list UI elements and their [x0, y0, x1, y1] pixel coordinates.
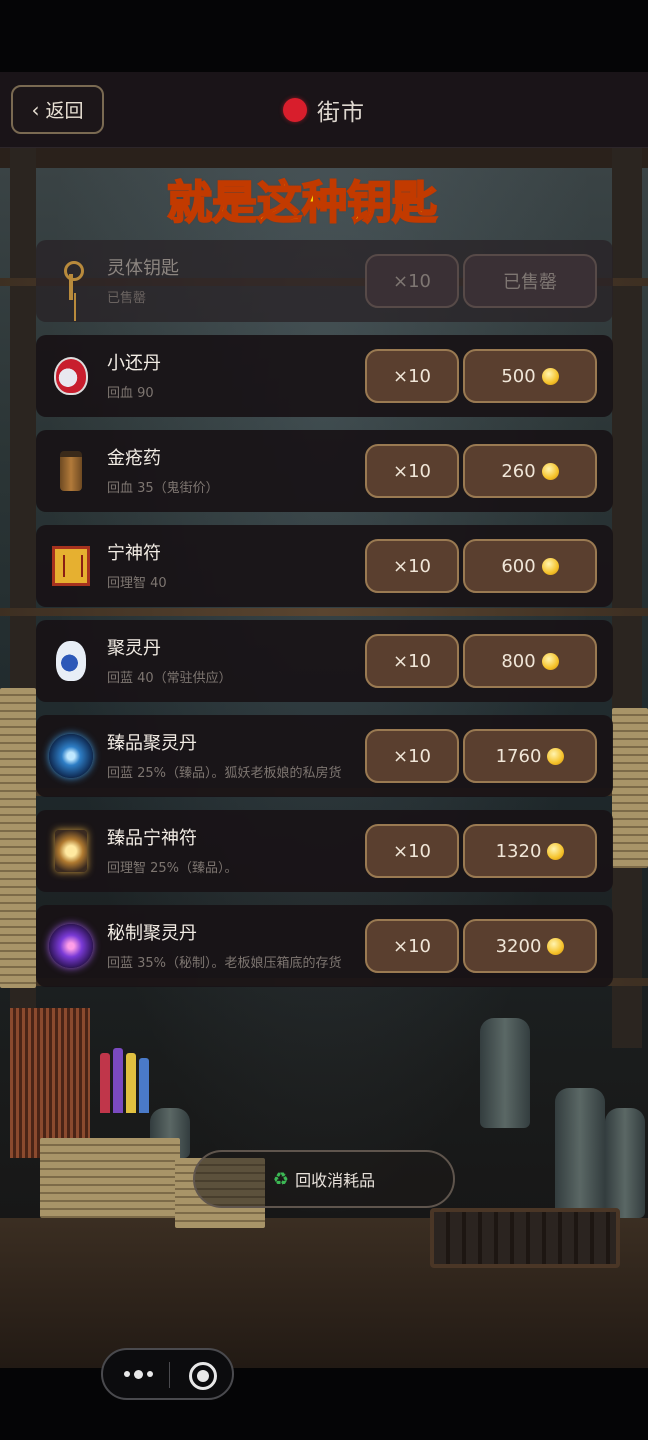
quantity-x10-button[interactable]: ×10: [365, 919, 459, 973]
coin-icon: [547, 747, 565, 765]
porcelain-vase-icon: [44, 634, 98, 688]
key-icon: [44, 254, 98, 308]
miniprogram-capsule: [101, 1348, 234, 1400]
price-value: 1320: [495, 840, 542, 862]
spirit-orb-icon: [44, 729, 98, 783]
price-value: 600: [501, 555, 536, 577]
talisman-icon: [44, 539, 98, 593]
item-name: 金疮药: [107, 448, 161, 469]
buy-price-button[interactable]: 260: [463, 444, 597, 498]
quantity-x10-button[interactable]: ×10: [365, 539, 459, 593]
quantity-x10-button[interactable]: ×10: [365, 824, 459, 878]
shop-item-row: 宁神符 回理智 40 ×10 600: [36, 525, 613, 607]
page-title-group: 街市: [0, 72, 648, 148]
coin-icon: [541, 557, 559, 575]
item-name: 聚灵丹: [107, 638, 161, 659]
quantity-x10-button[interactable]: ×10: [365, 634, 459, 688]
item-description: 回蓝 25%（臻品）。狐妖老板娘的私房货: [107, 766, 342, 781]
sold-out-label: 已售罄: [503, 272, 557, 293]
buy-price-button[interactable]: 500: [463, 349, 597, 403]
caption-overlay: 就是这种钥匙: [166, 175, 438, 230]
more-options-icon[interactable]: [121, 1363, 155, 1385]
item-name: 小还丹: [107, 353, 161, 374]
buy-price-button[interactable]: 800: [463, 634, 597, 688]
recycle-icon: ♻: [272, 1168, 290, 1190]
bottom-system-area: [0, 1368, 648, 1440]
item-name: 秘制聚灵丹: [107, 923, 197, 944]
shop-item-row: 金疮药 回血 35（鬼街价） ×10 260: [36, 430, 613, 512]
item-description: 回理智 25%（臻品）。: [107, 861, 238, 876]
top-nav-bar: ‹ 返回 街市: [0, 72, 648, 148]
glowing-talisman-icon: [44, 824, 98, 878]
buy-price-button[interactable]: 600: [463, 539, 597, 593]
galaxy-orb-icon: [44, 919, 98, 973]
item-description: 回血 90: [107, 386, 154, 401]
item-description: 已售罄: [107, 291, 147, 306]
quantity-x10-button[interactable]: ×10: [365, 729, 459, 783]
price-value: 1760: [495, 745, 542, 767]
item-description: 回血 35（鬼街价）: [107, 481, 219, 496]
medicine-jar-icon: [44, 444, 98, 498]
shop-item-row: 灵体钥匙 已售罄 ×10 已售罄: [36, 240, 613, 322]
item-name: 臻品宁神符: [107, 828, 197, 849]
app-root: ‹ 返回 街市 就是这种钥匙 灵体钥匙 已售罄 ×10 已售罄 小还丹 回血 9…: [0, 0, 648, 1440]
coin-icon: [547, 842, 565, 860]
item-description: 回理智 40: [107, 576, 167, 591]
shop-item-row: 臻品聚灵丹 回蓝 25%（臻品）。狐妖老板娘的私房货 ×10 1760: [36, 715, 613, 797]
coin-icon: [541, 462, 559, 480]
price-value: 260: [501, 460, 536, 482]
item-name: 臻品聚灵丹: [107, 733, 197, 754]
red-dot-icon: [283, 98, 307, 122]
coin-icon: [541, 652, 559, 670]
page-title: 街市: [317, 100, 365, 126]
item-description: 回蓝 40（常驻供应）: [107, 671, 232, 686]
coin-icon: [547, 937, 565, 955]
item-description: 回蓝 35%（秘制）。老板娘压箱底的存货: [107, 956, 342, 971]
shop-item-row: 秘制聚灵丹 回蓝 35%（秘制）。老板娘压箱底的存货 ×10 3200: [36, 905, 613, 987]
quantity-x10-button[interactable]: ×10: [365, 349, 459, 403]
buy-price-button[interactable]: 1760: [463, 729, 597, 783]
shop-item-row: 臻品宁神符 回理智 25%（臻品）。 ×10 1320: [36, 810, 613, 892]
recycle-consumables-button[interactable]: ♻ 回收消耗品: [193, 1150, 455, 1208]
shop-item-row: 聚灵丹 回蓝 40（常驻供应） ×10 800: [36, 620, 613, 702]
price-value: 800: [501, 650, 536, 672]
close-miniprogram-icon[interactable]: [189, 1362, 217, 1390]
recycle-label: 回收消耗品: [295, 1171, 376, 1190]
item-name: 宁神符: [107, 543, 161, 564]
price-value: 500: [501, 365, 536, 387]
capsule-divider: [169, 1362, 170, 1388]
quantity-x10-button[interactable]: ×10: [365, 444, 459, 498]
quantity-x10-button[interactable]: ×10: [365, 254, 459, 308]
buy-price-button[interactable]: 3200: [463, 919, 597, 973]
buy-price-button[interactable]: 1320: [463, 824, 597, 878]
shop-item-row: 小还丹 回血 90 ×10 500: [36, 335, 613, 417]
potion-icon: [44, 349, 98, 403]
price-value: 3200: [495, 935, 542, 957]
coin-icon: [541, 367, 559, 385]
sold-out-button: 已售罄: [463, 254, 597, 308]
item-name: 灵体钥匙: [107, 258, 179, 279]
